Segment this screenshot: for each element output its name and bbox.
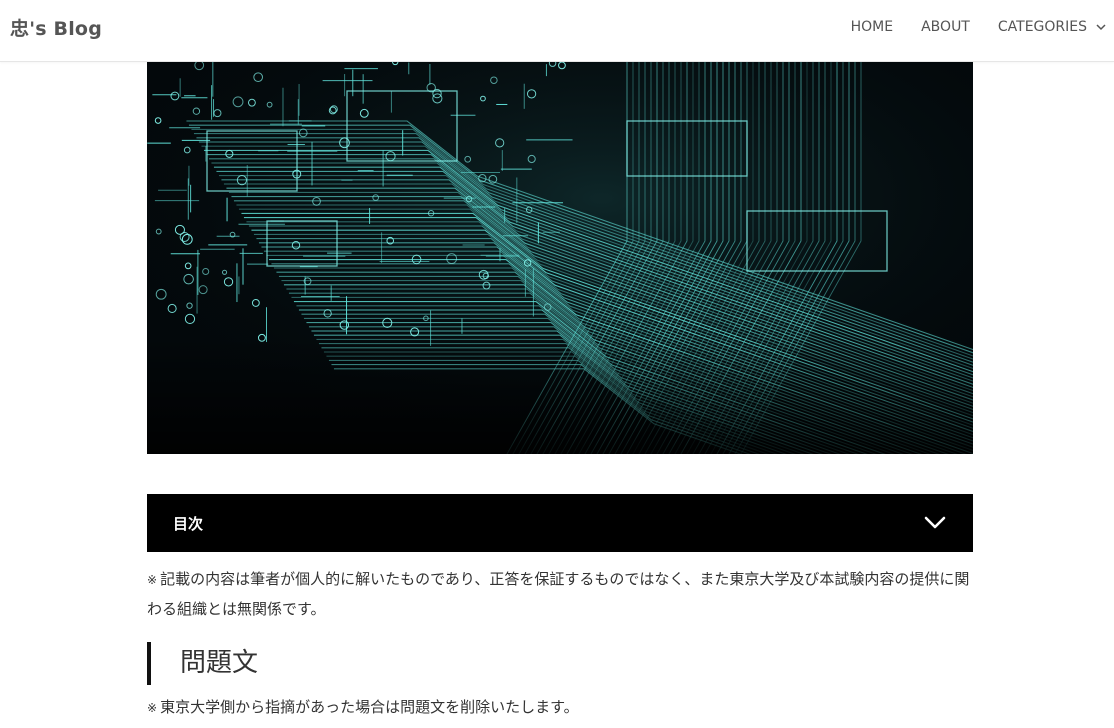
site-brand-link[interactable]: 忠's Blog — [10, 14, 102, 41]
disclaimer-text: 記載の内容は筆者が個人的に解いたものであり、正答を保証するものではなく、また東京… — [147, 570, 970, 618]
circuit-board-illustration — [147, 61, 973, 454]
removal-note: ※ 東京大学側から指摘があった場合は問題文を削除いたします。 — [147, 693, 973, 723]
main-nav: HOME ABOUT CATEGORIES — [851, 0, 1114, 54]
section-heading: 問題文 — [147, 642, 258, 685]
site-header: 忠's Blog HOME ABOUT CATEGORIES — [0, 0, 1114, 62]
removal-note-text: 東京大学側から指摘があった場合は問題文を削除いたします。 — [160, 698, 579, 716]
chevron-down-icon — [924, 516, 946, 529]
chevron-down-icon — [1096, 24, 1106, 31]
reference-mark: ※ — [147, 701, 158, 715]
hero-image — [147, 61, 973, 454]
nav-home-link[interactable]: HOME — [851, 19, 893, 35]
nav-about-link[interactable]: ABOUT — [921, 19, 970, 35]
nav-categories-dropdown[interactable]: CATEGORIES — [998, 19, 1107, 35]
disclaimer-note: ※ 記載の内容は筆者が個人的に解いたものであり、正答を保証するものではなく、また東… — [147, 565, 973, 624]
toc-title: 目次 — [173, 514, 204, 533]
toc-toggle-bar[interactable]: 目次 — [147, 494, 973, 552]
reference-mark: ※ — [147, 573, 158, 587]
nav-categories-label: CATEGORIES — [997, 19, 1087, 35]
